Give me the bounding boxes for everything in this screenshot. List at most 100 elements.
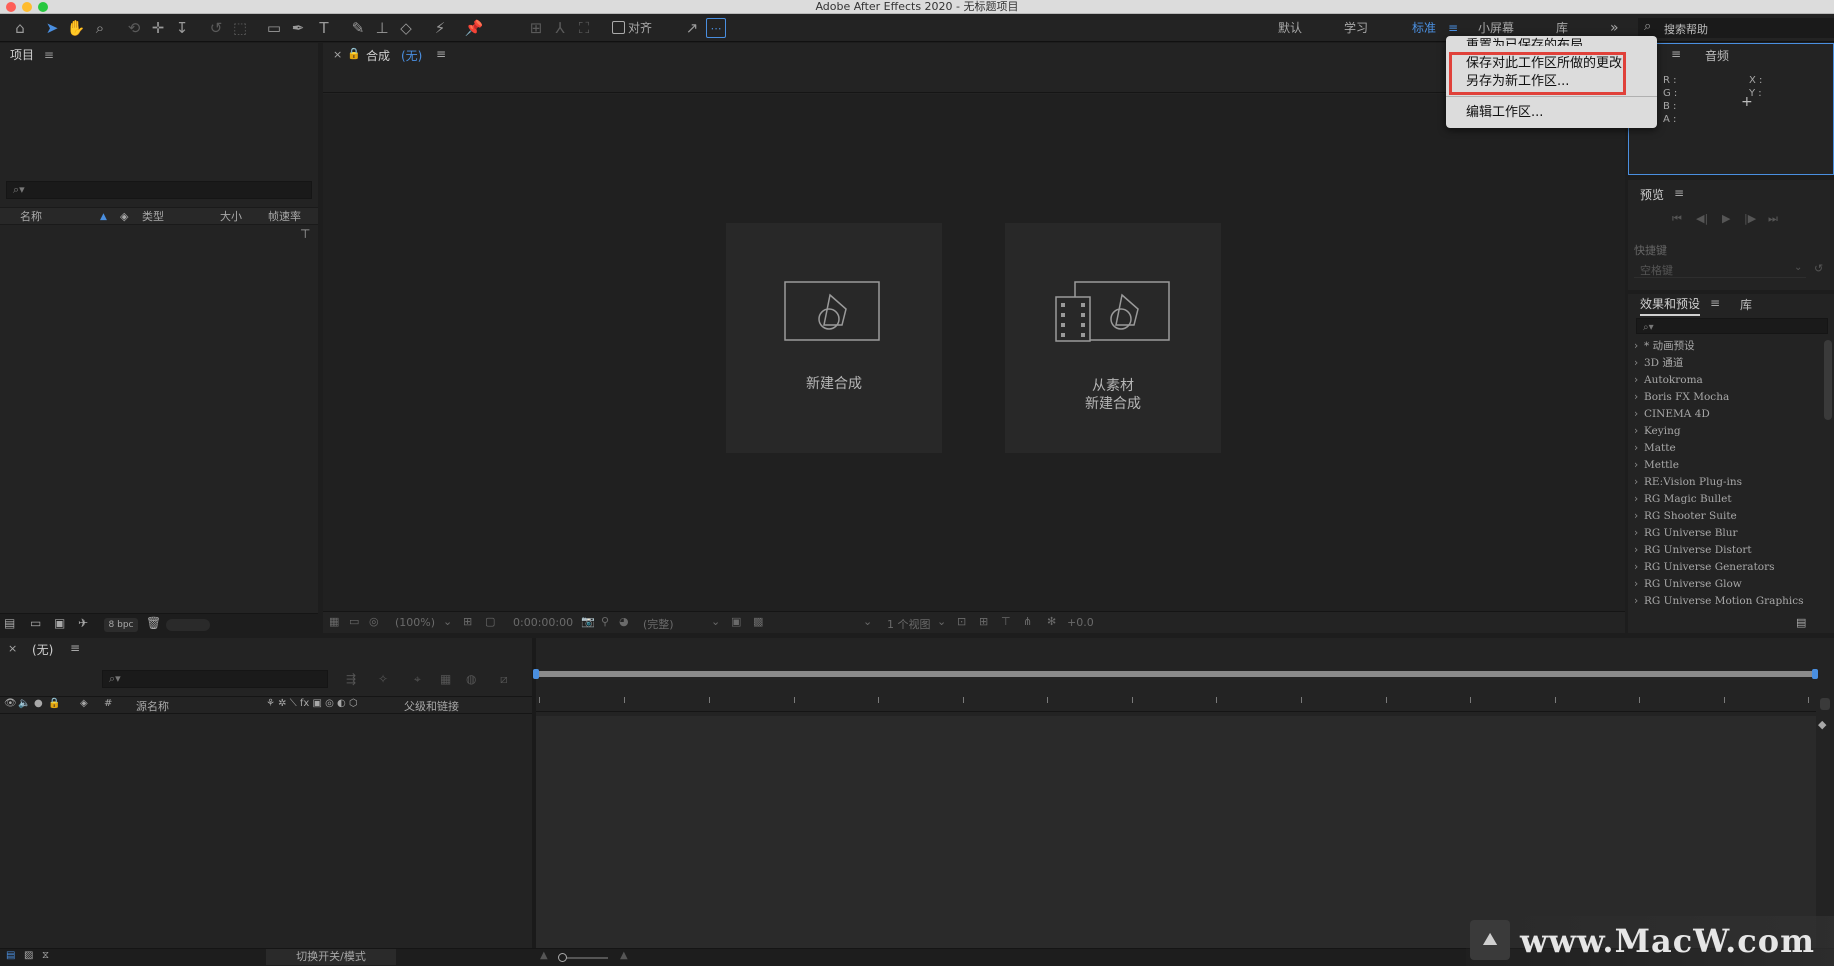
timeline-search-input[interactable]: ⌕▾ [102,670,328,688]
rectangle-tool-icon[interactable]: ▭ [264,18,284,38]
play-icon[interactable]: ▶ [1722,212,1730,225]
layer-switches-pane-icon[interactable]: ▤ [6,950,15,961]
effects-category[interactable]: › Boris FX Mocha [1634,389,1729,406]
project-search-input[interactable]: ⌕▾ [6,181,312,199]
motion-blur-icon[interactable]: ◍ [466,672,476,686]
project-panel-menu-icon[interactable]: ≡ [44,48,54,62]
orbit-camera-icon[interactable]: ⟲ [124,18,144,38]
anchor-point-tool-icon[interactable]: ⬚ [230,18,250,38]
effects-search-input[interactable]: ⌕▾ [1636,318,1828,334]
sort-ascending-icon[interactable]: ▲ [100,208,107,226]
new-composition-card[interactable]: 新建合成 [726,223,942,453]
adjust-project-settings-icon[interactable]: ✈ [78,616,88,630]
time-navigator-bar[interactable] [536,671,1816,677]
zoom-out-icon[interactable]: ▲ [540,950,548,961]
always-preview-icon[interactable]: ▦ [329,615,339,628]
dolly-camera-icon[interactable]: ↧ [172,18,192,38]
effects-panel-title[interactable]: 效果和预设 [1640,294,1701,316]
transparency-grid-icon[interactable]: ▩ [753,615,763,628]
info-panel-menu-icon[interactable]: ≡ [1671,47,1681,61]
lock-icon[interactable]: 🔒 [48,698,60,709]
zoom-tool-icon[interactable]: ⌕ [90,18,110,38]
grid-guide-icon[interactable]: ⊞ [463,615,472,628]
first-frame-icon[interactable]: ⏮ [1672,212,1682,226]
last-frame-icon[interactable]: ⏭ [1768,212,1778,226]
close-panel-icon[interactable]: × [333,48,342,61]
menu-item-edit-workspaces[interactable]: 编辑工作区... [1466,104,1543,122]
shortcut-dropdown[interactable]: 空格键 ⌄ [1634,260,1806,278]
next-frame-icon[interactable]: |▶ [1744,212,1756,225]
effects-scrollbar[interactable] [1824,340,1832,420]
label-tag-icon[interactable]: ◈ [120,208,128,226]
fast-previews-icon[interactable]: ▣ [731,615,741,628]
pan-camera-icon[interactable]: ✛ [148,18,168,38]
effects-category[interactable]: › RG Universe Generators [1634,559,1775,576]
effects-category[interactable]: › * 动画预设 [1634,338,1695,355]
roto-brush-icon[interactable]: ⚡ [430,18,450,38]
transfer-controls-pane-icon[interactable]: ▨ [24,950,33,961]
snap-local-axis-icon[interactable]: ⊞ [526,18,546,38]
solo-icon[interactable]: ● [34,698,43,709]
clone-stamp-icon[interactable]: ⊥ [372,18,392,38]
effects-category[interactable]: › Matte [1634,440,1676,457]
view-layout-dropdown[interactable]: 1 个视图 [887,616,931,632]
brush-tool-icon[interactable]: ✎ [348,18,368,38]
composition-name[interactable]: (无) [401,47,422,64]
timeline-icon[interactable]: ⊞ [979,615,988,628]
home-icon[interactable]: ⌂ [10,18,30,38]
effects-category[interactable]: › RG Universe Distort [1634,542,1752,559]
hide-shy-layers-icon[interactable]: ⌖ [414,672,421,687]
selection-tool-icon[interactable]: ➤ [42,18,62,38]
timeline-track-area[interactable] [536,716,1816,948]
effects-category[interactable]: › 3D 通道 [1634,355,1683,372]
timeline-zoom-handle[interactable] [558,953,567,962]
column-size[interactable]: 大小 [220,208,242,226]
workspace-tab-learn[interactable]: 学习 [1344,14,1368,42]
hand-tool-icon[interactable]: ✋ [66,18,86,38]
mask-visibility-icon[interactable]: ◎ [369,615,379,628]
rotation-tool-icon[interactable]: ↺ [206,18,226,38]
new-comp-from-footage-card[interactable]: 从素材 新建合成 [1005,223,1221,453]
in-out-pane-icon[interactable]: ⧖ [42,950,49,961]
comp-marker-bin-icon[interactable]: ◆ [1818,718,1826,731]
help-search-box[interactable]: ⌕ 搜索帮助 [1638,18,1834,38]
effects-panel-menu-icon[interactable]: ≡ [1710,296,1720,310]
toggle-pixel-aspect-icon[interactable]: ⊡ [957,615,966,628]
toggle-switches-modes-button[interactable]: 切换开关/模式 [266,949,396,965]
column-name[interactable]: 名称 [20,208,42,226]
puppet-pin-icon[interactable]: 📌 [464,18,484,38]
effects-category[interactable]: › Autokroma [1634,372,1703,389]
graph-editor-icon[interactable]: ⧄ [500,672,508,687]
composition-panel-menu-icon[interactable]: ≡ [436,47,446,61]
column-type[interactable]: 类型 [142,208,164,226]
previous-frame-icon[interactable]: ◀| [1696,212,1708,225]
new-preset-icon[interactable]: ▤ [1796,616,1806,629]
source-name-column[interactable]: 源名称 [136,698,169,714]
label-tag-icon[interactable]: ◈ [80,698,88,709]
menu-item-reset-layout[interactable]: 重置为已保存的布局 [1466,36,1583,46]
new-composition-icon[interactable]: ▣ [54,616,65,630]
pen-tool-icon[interactable]: ✒ [288,18,308,38]
comp-mini-flowchart-icon[interactable]: ⇶ [346,672,356,686]
effects-category[interactable]: › Keying [1634,423,1681,440]
reset-icon[interactable]: ↺ [1814,262,1823,275]
time-ruler[interactable] [536,690,1816,712]
effects-category[interactable]: › RG Magic Bullet [1634,491,1732,508]
effects-category[interactable]: › RG Shooter Suite [1634,508,1737,525]
navigator-end-handle[interactable] [1812,669,1818,679]
effects-category[interactable]: › RG Universe Glow [1634,576,1742,593]
color-channel-icon[interactable]: ◕ [619,615,629,628]
effects-category[interactable]: › RG Universe Blur [1634,525,1738,542]
library-tab[interactable]: 库 [1740,296,1752,313]
show-snapshot-icon[interactable]: ⚲ [601,615,609,628]
current-time-display[interactable]: 0:00:00:00 [513,616,573,629]
close-panel-icon[interactable]: × [8,642,17,655]
frame-blending-icon[interactable]: ▦ [440,672,451,686]
layer-switches-icons[interactable]: ⚘ ✲ ⟍ fx ▣ ◎ ◐ ⬡ [266,698,358,709]
timeline-scrollbar[interactable] [1820,698,1830,710]
lock-icon[interactable]: 🔒 [347,47,361,60]
composition-viewer[interactable]: 新建合成 从素材 新建合成 [323,94,1625,611]
zoom-dropdown[interactable]: (100%) [395,616,435,629]
effects-category[interactable]: › RE:Vision Plug-ins [1634,474,1742,491]
new-folder-icon[interactable]: ▭ [30,616,41,630]
